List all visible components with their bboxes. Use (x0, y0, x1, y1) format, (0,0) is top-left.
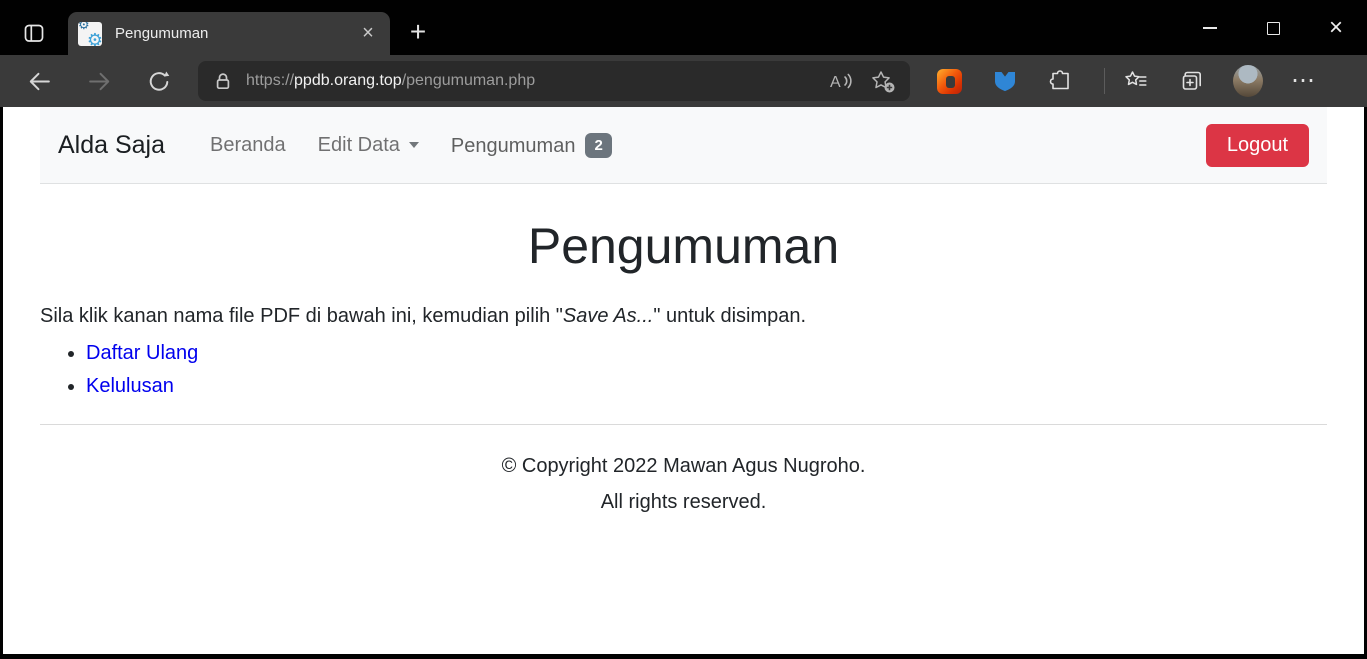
forward-arrow-icon (86, 68, 113, 95)
instruction-italic: Save As... (563, 305, 653, 327)
profile-button[interactable] (1233, 65, 1263, 97)
list-item: Daftar Ulang (86, 342, 1327, 365)
nav-item-edit-data[interactable]: Edit Data (308, 134, 429, 157)
nav-item-beranda[interactable]: Beranda (200, 134, 296, 157)
office-icon (937, 69, 962, 94)
site-navbar: Alda Saja Beranda Edit Data Pengumuman2 … (40, 107, 1327, 184)
tab-actions-icon (22, 21, 46, 45)
rights-text: All rights reserved. (40, 491, 1327, 514)
page-title: Pengumuman (40, 217, 1327, 275)
url-protocol: https:// (246, 72, 294, 89)
office-extension-button[interactable] (934, 65, 964, 97)
url-text: https://ppdb.orang.top/pengumuman.php (246, 72, 824, 90)
minimize-icon (1203, 27, 1217, 29)
browser-tab[interactable]: ⚙ ⚙ Pengumuman × (68, 12, 390, 55)
close-icon: × (1329, 18, 1343, 38)
site-footer: © Copyright 2022 Mawan Agus Nugroho. All… (40, 455, 1327, 514)
tab-close-icon[interactable]: × (356, 22, 380, 46)
nav-item-edit-data-label: Edit Data (318, 134, 400, 156)
window-maximize-button[interactable] (1248, 7, 1298, 49)
instruction-text: Sila klik kanan nama file PDF di bawah i… (40, 305, 1327, 328)
pdf-link-daftar-ulang[interactable]: Daftar Ulang (86, 342, 198, 364)
instruction-suffix: " untuk disimpan. (653, 305, 806, 327)
more-icon: ⋯ (1291, 76, 1317, 86)
extensions-button[interactable] (1046, 65, 1076, 97)
pdf-link-list: Daftar Ulang Kelulusan (40, 342, 1327, 398)
read-aloud-icon: A (828, 70, 854, 92)
nav-item-pengumuman[interactable]: Pengumuman 2 (441, 133, 622, 158)
maximize-icon (1267, 22, 1280, 35)
page-content: Alda Saja Beranda Edit Data Pengumuman2 … (3, 107, 1364, 654)
footer-divider (40, 424, 1327, 425)
instruction-prefix: Sila klik kanan nama file PDF di bawah i… (40, 305, 563, 327)
tab-actions-menu-button[interactable] (18, 18, 50, 48)
pengumuman-count-badge: 2 (585, 133, 611, 158)
new-tab-button[interactable]: + (402, 17, 434, 49)
favorites-star-icon (1123, 68, 1149, 94)
url-path: /pengumuman.php (402, 72, 535, 89)
chevron-down-icon (409, 142, 419, 148)
logout-button[interactable]: Logout (1206, 124, 1309, 167)
forward-button[interactable] (82, 64, 116, 98)
pdf-link-kelulusan[interactable]: Kelulusan (86, 375, 174, 397)
browser-window: ⚙ ⚙ Pengumuman × + × (0, 0, 1367, 659)
list-item: Kelulusan (86, 375, 1327, 398)
url-host: ppdb.orang.top (294, 72, 402, 89)
gear-icon: ⚙ (87, 31, 102, 46)
collections-button[interactable] (1177, 65, 1207, 97)
lock-icon[interactable] (214, 71, 232, 91)
extensions-area: ⋯ (934, 65, 1329, 97)
tab-title: Pengumuman (115, 25, 356, 42)
malwarebytes-extension-button[interactable] (990, 65, 1020, 97)
titlebar: ⚙ ⚙ Pengumuman × + × (0, 0, 1367, 55)
favorites-button[interactable] (1121, 65, 1151, 97)
window-minimize-button[interactable] (1185, 7, 1235, 49)
avatar (1233, 65, 1263, 97)
add-favorite-button[interactable] (866, 64, 900, 98)
window-controls: × (1172, 7, 1361, 49)
navbar-brand[interactable]: Alda Saja (58, 131, 165, 160)
refresh-icon (146, 68, 173, 95)
settings-menu-button[interactable]: ⋯ (1289, 65, 1319, 97)
site-favicon-icon: ⚙ ⚙ (78, 22, 102, 46)
browser-toolbar: https://ppdb.orang.top/pengumuman.php A (0, 55, 1367, 107)
back-button[interactable] (22, 64, 56, 98)
address-bar[interactable]: https://ppdb.orang.top/pengumuman.php A (198, 61, 910, 101)
refresh-button[interactable] (142, 64, 176, 98)
toolbar-separator (1104, 68, 1105, 94)
collections-icon (1179, 68, 1205, 94)
puzzle-icon (1048, 68, 1074, 94)
window-close-button[interactable]: × (1311, 7, 1361, 49)
copyright-text: © Copyright 2022 Mawan Agus Nugroho. (40, 455, 1327, 478)
nav-item-pengumuman-label: Pengumuman (451, 135, 576, 157)
malwarebytes-icon (992, 68, 1018, 94)
svg-text:A: A (830, 74, 841, 91)
star-add-icon (870, 69, 896, 94)
read-aloud-button[interactable]: A (824, 64, 858, 98)
back-arrow-icon (26, 68, 53, 95)
